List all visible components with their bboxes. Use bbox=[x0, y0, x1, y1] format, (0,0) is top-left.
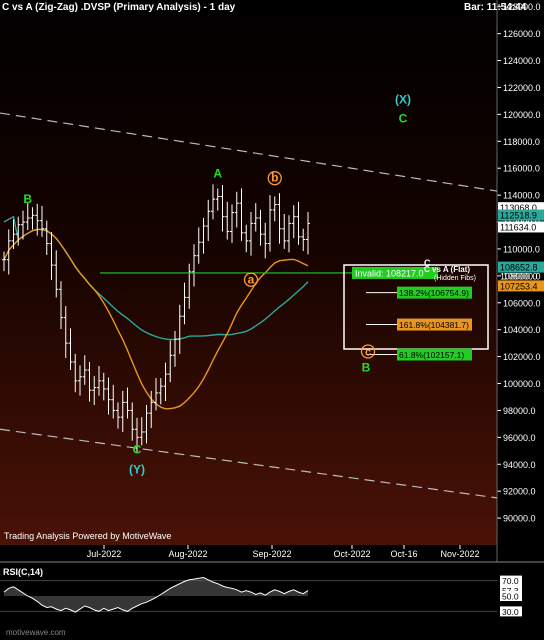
wave-label: (X) bbox=[395, 93, 411, 107]
chart-canvas: 90000.0 92000.0 94000.0 96000.0 98000.0 10000… bbox=[0, 0, 544, 640]
y-tick-label: 100000.0 bbox=[503, 379, 541, 389]
rsi-label: RSI(C,14) bbox=[3, 567, 44, 577]
projection-level-label: 161.8%(104381.7) bbox=[399, 320, 469, 330]
credit-text: Trading Analysis Powered by MotiveWave bbox=[4, 531, 172, 541]
rsi-level-label: 30.0 bbox=[502, 607, 519, 617]
y-tick-label: 126000.0 bbox=[503, 29, 541, 39]
projection-level-label: 61.8%(102157.1) bbox=[399, 350, 464, 360]
bar-time: Bar: 11:54:44 bbox=[464, 2, 527, 13]
rsi-level-label: 70.0 bbox=[502, 576, 519, 586]
x-tick-label: Jul-2022 bbox=[87, 549, 122, 559]
wave-label: a bbox=[248, 272, 255, 286]
y-tick-label: 102000.0 bbox=[503, 352, 541, 362]
projection-c-label: c bbox=[365, 346, 371, 358]
price-tag-label: 107253.4 bbox=[500, 281, 538, 291]
wave-label: B bbox=[23, 192, 32, 206]
wave-label: b bbox=[271, 171, 278, 185]
y-tick-label: 110000.0 bbox=[503, 244, 540, 254]
projection-c-title: C bbox=[424, 258, 431, 268]
y-tick-label: 114000.0 bbox=[503, 191, 540, 201]
y-tick-label: 96000.0 bbox=[503, 433, 536, 443]
chart-title: C vs A (Zig-Zag) .DVSP (Primary Analysis… bbox=[2, 2, 236, 13]
projection-b-label: B bbox=[362, 360, 371, 374]
price-tag-label: 112518.9 bbox=[500, 211, 537, 221]
y-tick-label: 104000.0 bbox=[503, 325, 541, 335]
x-tick-label: Oct-2022 bbox=[333, 549, 370, 559]
watermark: motivewave.com bbox=[6, 628, 66, 637]
price-tag-label: 108000.0 bbox=[500, 271, 538, 281]
rsi-level-label: 50.0 bbox=[502, 592, 519, 602]
y-tick-label: 98000.0 bbox=[503, 406, 536, 416]
y-tick-label: 118000.0 bbox=[503, 137, 540, 147]
invalid-label: Invalid: 108217.0 bbox=[355, 268, 424, 278]
y-tick-label: 122000.0 bbox=[503, 83, 541, 93]
y-tick-label: 92000.0 bbox=[503, 487, 536, 497]
wave-label: C bbox=[133, 442, 142, 456]
wave-label: (Y) bbox=[129, 463, 145, 477]
x-tick-label: Aug-2022 bbox=[168, 549, 207, 559]
y-tick-label: 106000.0 bbox=[503, 298, 541, 308]
y-tick-label: 120000.0 bbox=[503, 110, 541, 120]
x-tick-label: Sep-2022 bbox=[252, 549, 291, 559]
y-tick-label: 124000.0 bbox=[503, 56, 541, 66]
x-tick-label: Nov-2022 bbox=[440, 549, 479, 559]
y-tick-label: 90000.0 bbox=[503, 514, 536, 524]
price-tag-label: 111634.0 bbox=[500, 222, 536, 232]
projection-title: C vs A (Flat) bbox=[424, 265, 470, 274]
wave-label: A bbox=[213, 167, 222, 181]
x-tick-label: Oct-16 bbox=[390, 549, 417, 559]
y-tick-label: 94000.0 bbox=[503, 460, 536, 470]
y-tick-label: 116000.0 bbox=[503, 164, 540, 174]
projection-level-label: 138.2%(106754.9) bbox=[399, 288, 469, 298]
time-axis-background bbox=[0, 545, 497, 562]
wave-label: C bbox=[399, 111, 408, 125]
projection-subtitle: (Hidden Fibs) bbox=[434, 275, 476, 282]
